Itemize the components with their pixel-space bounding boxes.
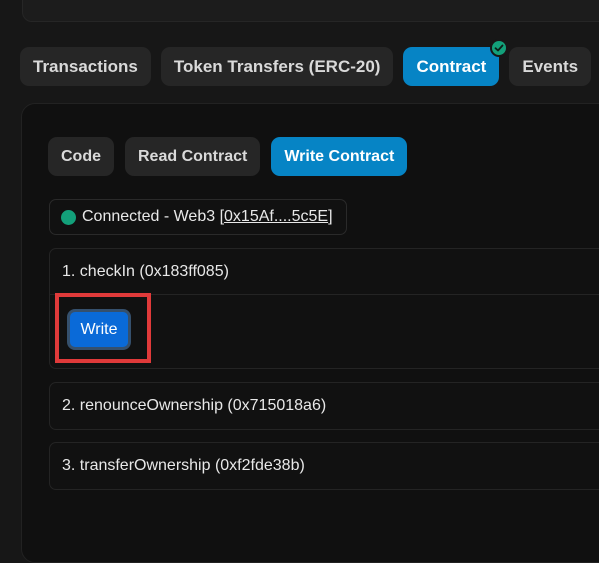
subtab-read-contract[interactable]: Read Contract <box>125 137 261 176</box>
tab-contract-label: Contract <box>416 57 487 76</box>
tab-events[interactable]: Events <box>509 47 592 86</box>
function-header[interactable]: 1. checkIn (0x183ff085) <box>50 249 599 295</box>
function-header[interactable]: 3. transferOwnership (0xf2fde38b) <box>50 443 599 489</box>
subtab-write-contract[interactable]: Write Contract <box>271 137 408 176</box>
function-body: Write <box>50 293 599 368</box>
wallet-address-link[interactable]: 0x15Af....5c5E <box>224 208 328 226</box>
wallet-connection-status: Connected - Web3 [0x15Af....5c5E] <box>49 199 347 235</box>
function-transfer-ownership[interactable]: 3. transferOwnership (0xf2fde38b) <box>49 442 599 490</box>
tab-transactions[interactable]: Transactions <box>20 47 151 86</box>
top-bar <box>0 0 599 30</box>
subtab-code[interactable]: Code <box>48 137 114 176</box>
verified-check-icon <box>490 39 509 57</box>
main-tabs: Transactions Token Transfers (ERC-20) Co… <box>20 39 592 86</box>
write-button[interactable]: Write <box>67 309 131 350</box>
top-card <box>22 0 599 22</box>
connection-close-bracket: ] <box>328 208 333 225</box>
function-renounce-ownership[interactable]: 2. renounceOwnership (0x715018a6) <box>49 382 599 430</box>
function-checkin: 1. checkIn (0x183ff085) Write <box>49 248 599 369</box>
tab-contract[interactable]: Contract <box>403 39 509 86</box>
contract-subtabs: Code Read Contract Write Contract <box>48 137 408 176</box>
connection-status-text: Connected - Web3 [ <box>82 208 225 225</box>
tab-token-transfers[interactable]: Token Transfers (ERC-20) <box>160 47 394 86</box>
function-header[interactable]: 2. renounceOwnership (0x715018a6) <box>50 383 599 429</box>
connected-dot-icon <box>61 209 76 225</box>
